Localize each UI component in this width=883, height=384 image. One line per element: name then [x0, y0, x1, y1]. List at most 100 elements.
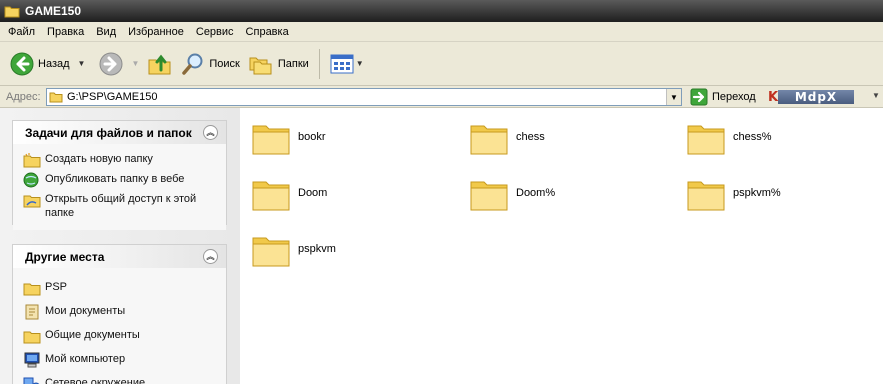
place-label: Общие документы: [45, 329, 140, 341]
folder-item[interactable]: chess: [469, 118, 545, 156]
task-new-folder[interactable]: Создать новую папку: [23, 150, 226, 170]
network-icon: [23, 377, 40, 384]
title-bar: GAME150: [0, 0, 883, 22]
search-icon: [182, 53, 203, 75]
forward-button[interactable]: ▼: [95, 47, 143, 81]
menu-help[interactable]: Справка: [240, 23, 295, 41]
back-arrow-icon: [10, 52, 34, 75]
folder-icon: [252, 237, 290, 267]
views-dropdown-icon[interactable]: ▼: [356, 59, 364, 68]
address-dropdown-icon[interactable]: ▼: [666, 89, 681, 105]
up-folder-icon: [148, 54, 171, 74]
task-label: Создать новую папку: [45, 153, 153, 165]
place-my-documents[interactable]: Мои документы: [23, 302, 226, 322]
toolbar-chevron-icon[interactable]: ▼: [872, 91, 880, 100]
folder-item[interactable]: chess%: [686, 118, 772, 156]
toolbar-separator: [318, 48, 320, 79]
places-panel-body: PSP Мои документы Общие документы Мой ко…: [13, 268, 226, 384]
place-label: Мой компьютер: [45, 353, 126, 365]
folder-item[interactable]: pspkvm%: [686, 174, 781, 212]
go-button[interactable]: Переход: [690, 88, 756, 106]
place-network[interactable]: Сетевое окружение: [23, 374, 226, 384]
address-label: Адрес:: [6, 90, 41, 103]
places-panel: Другие места ︽ PSP Мои документы Общие д…: [12, 244, 227, 384]
task-share-folder[interactable]: Открыть общий доступ к этой папке: [23, 190, 226, 222]
my-documents-icon: [25, 304, 39, 320]
folders-button[interactable]: Папки: [244, 47, 313, 81]
views-button[interactable]: ▼: [326, 47, 368, 81]
address-path: G:\PSP\GAME150: [67, 91, 158, 103]
forward-dropdown-icon[interactable]: ▼: [131, 59, 139, 68]
place-label: Сетевое окружение: [45, 377, 146, 384]
task-label: Открыть общий доступ к этой папке: [45, 193, 197, 219]
folders-icon: [249, 57, 272, 74]
addon-logo-icon: K: [768, 89, 780, 105]
search-button[interactable]: Поиск: [177, 47, 243, 81]
tasks-panel-header[interactable]: Задачи для файлов и папок ︽: [13, 120, 226, 144]
folders-label: Папки: [277, 57, 309, 70]
menu-bar: Файл Правка Вид Избранное Сервис Справка: [0, 22, 883, 42]
share-folder-icon: [23, 195, 41, 208]
folder-name: bookr: [298, 131, 326, 143]
folder-item[interactable]: Doom: [251, 174, 327, 212]
places-panel-title: Другие места: [25, 249, 105, 264]
address-bar: Адрес: G:\PSP\GAME150 ▼ Переход K MdpX ▼: [0, 86, 883, 108]
place-shared-documents[interactable]: Общие документы: [23, 326, 226, 346]
menu-edit[interactable]: Правка: [41, 23, 90, 41]
forward-arrow-icon: [99, 52, 123, 75]
collapse-chevron-icon[interactable]: ︽: [203, 125, 218, 140]
tasks-panel-title: Задачи для файлов и папок: [25, 125, 192, 140]
menu-tools[interactable]: Сервис: [190, 23, 240, 41]
folder-icon: [23, 283, 41, 296]
tasks-panel: Задачи для файлов и папок ︽ Создать нову…: [12, 120, 227, 230]
folder-icon: [4, 6, 20, 18]
folder-name: chess%: [733, 131, 772, 143]
folder-name: pspkvm%: [733, 187, 781, 199]
folder-name: chess: [516, 131, 545, 143]
publish-web-icon: [23, 172, 39, 188]
folder-icon: [470, 181, 508, 211]
views-icon: [330, 54, 354, 73]
folder-icon: [252, 125, 290, 155]
menu-favorites[interactable]: Избранное: [122, 23, 190, 41]
search-label: Поиск: [209, 57, 240, 70]
folder-icon: [470, 125, 508, 155]
new-folder-icon: [23, 153, 41, 168]
mdpx-label: MdpX: [794, 90, 838, 104]
address-field[interactable]: G:\PSP\GAME150 ▼: [46, 88, 682, 106]
place-label: Мои документы: [45, 305, 126, 317]
file-view: bookr chess chess% Doom Doom% pspkvm% ps…: [240, 108, 883, 384]
folder-item[interactable]: Doom%: [469, 174, 555, 212]
back-label: Назад: [38, 57, 70, 70]
task-label: Опубликовать папку в вебе: [45, 173, 185, 185]
go-arrow-icon: [690, 88, 708, 106]
place-psp[interactable]: PSP: [23, 278, 226, 298]
menu-file[interactable]: Файл: [2, 23, 41, 41]
folder-name: Doom: [298, 187, 328, 199]
menu-view[interactable]: Вид: [90, 23, 122, 41]
folder-item[interactable]: pspkvm: [251, 230, 336, 268]
folder-icon: [252, 181, 290, 211]
folder-icon: [23, 331, 41, 344]
task-pane: Задачи для файлов и папок ︽ Создать нову…: [0, 108, 240, 384]
toolbar: Назад ▼ ▼ Поиск Папки ▼: [0, 42, 883, 86]
mdpx-addon-button[interactable]: K MdpX: [768, 90, 854, 105]
back-dropdown-icon[interactable]: ▼: [78, 59, 86, 68]
folder-item[interactable]: bookr: [251, 118, 326, 156]
collapse-chevron-icon[interactable]: ︽: [203, 249, 218, 264]
tasks-panel-body: Создать новую папку Опубликовать папку в…: [13, 144, 226, 230]
folder-name: pspkvm: [298, 243, 336, 255]
go-label: Переход: [712, 91, 756, 103]
back-button[interactable]: Назад ▼: [6, 47, 89, 81]
my-computer-icon: [24, 352, 40, 368]
place-label: PSP: [45, 281, 68, 293]
task-publish-web[interactable]: Опубликовать папку в вебе: [23, 170, 226, 190]
folder-name: Doom%: [516, 187, 556, 199]
places-panel-header[interactable]: Другие места ︽: [13, 244, 226, 268]
folder-icon: [687, 181, 725, 211]
up-folder-button[interactable]: [143, 47, 177, 81]
folder-icon: [687, 125, 725, 155]
place-my-computer[interactable]: Мой компьютер: [23, 350, 226, 370]
folder-icon: [49, 92, 63, 103]
window-title: GAME150: [25, 4, 82, 18]
